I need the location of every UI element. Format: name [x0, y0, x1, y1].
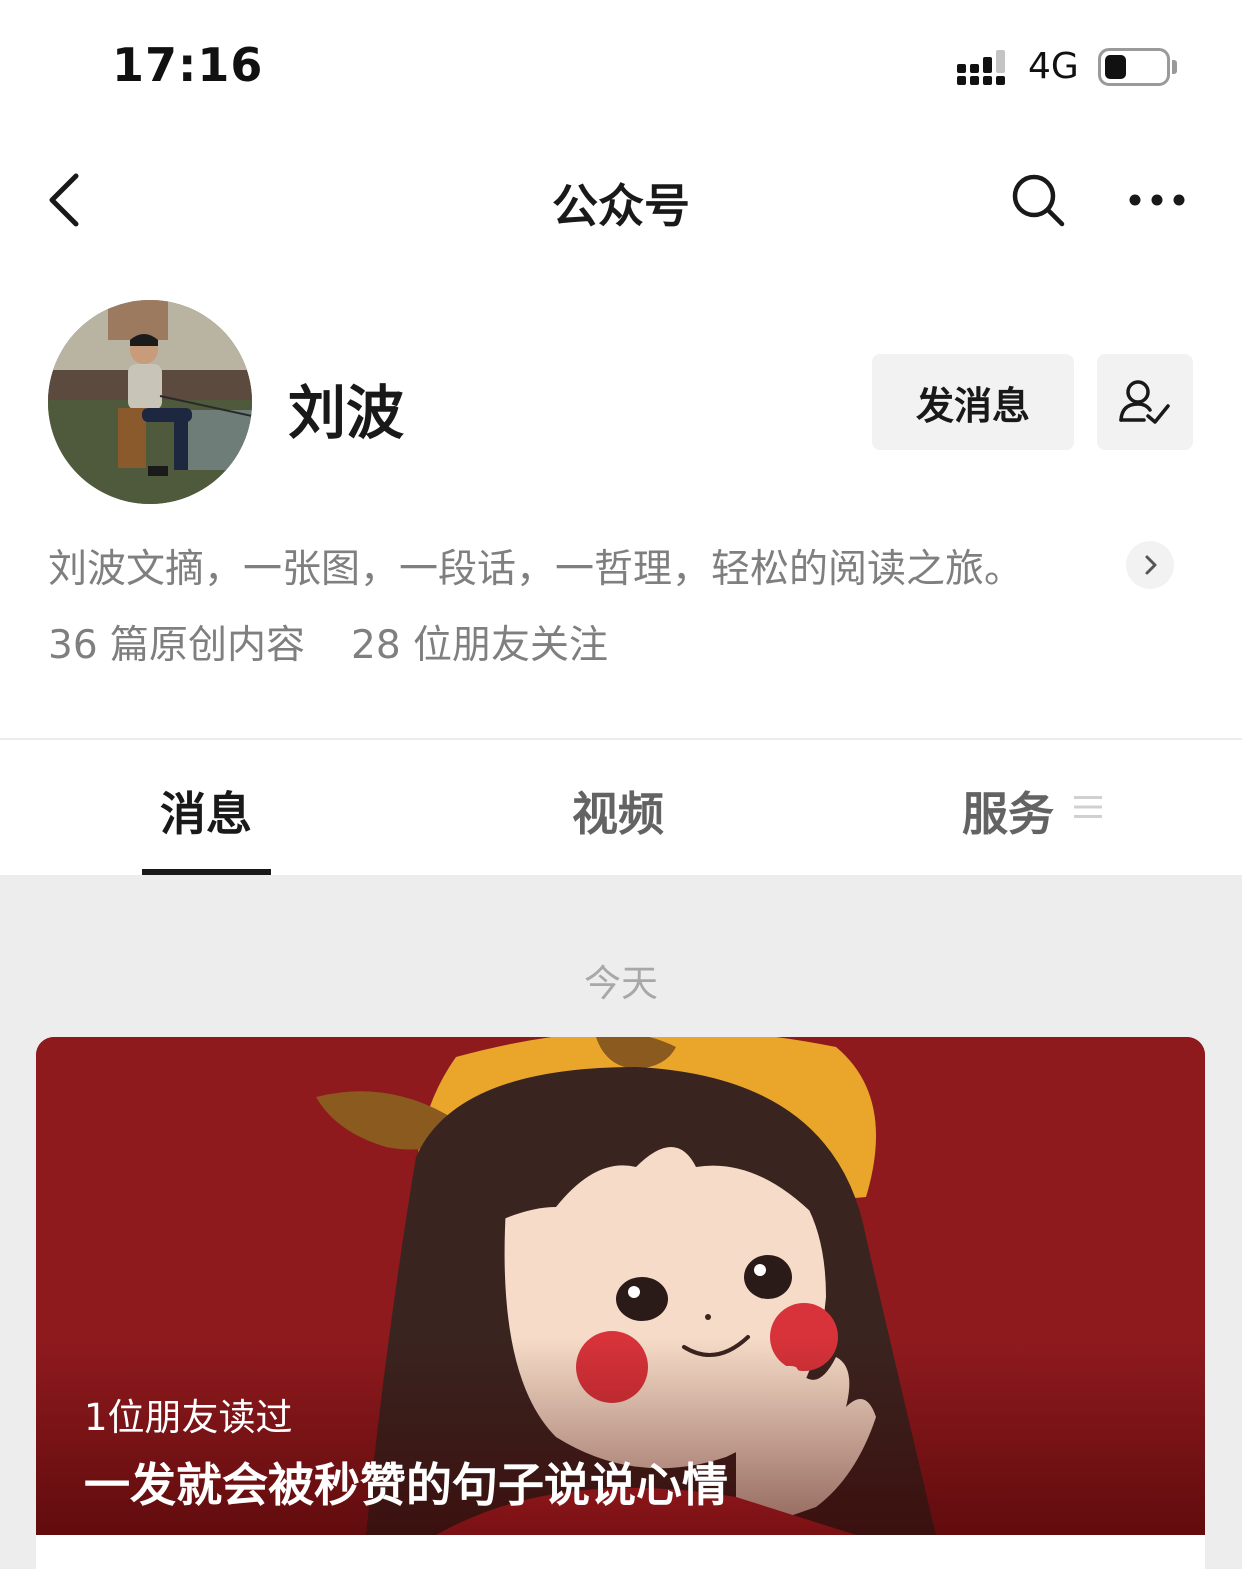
follow-status-button[interactable] — [1097, 354, 1193, 450]
tab-messages[interactable]: 消息 — [160, 778, 252, 844]
original-content-count: 36 篇原创内容 — [48, 623, 306, 668]
article-title: 一发就会被秒赞的句子说说心情 — [84, 1458, 728, 1512]
user-check-icon — [1119, 380, 1170, 424]
article-card[interactable]: 1位朋友读过 一发就会被秒赞的句子说说心情 — [36, 1037, 1205, 1569]
avatar[interactable] — [48, 300, 252, 504]
nav-bar: 公众号 — [0, 140, 1242, 260]
battery-icon — [1098, 48, 1170, 86]
more-icon[interactable] — [1126, 180, 1188, 220]
battery-tip — [1172, 60, 1177, 74]
send-message-button[interactable]: 发消息 — [872, 354, 1074, 450]
signal-icon — [957, 50, 1005, 85]
tab-services[interactable]: 服务 — [962, 778, 1054, 844]
date-label: 今天 — [584, 962, 658, 1005]
chevron-right-icon[interactable] — [1126, 541, 1174, 589]
search-icon[interactable] — [1008, 170, 1068, 230]
divider — [0, 738, 1242, 740]
avatar-image — [48, 300, 252, 504]
friends-read-count: 1位朋友读过 — [84, 1396, 293, 1439]
friends-following-count: 28 位朋友关注 — [351, 623, 609, 668]
account-description: 刘波文摘，一张图，一段话，一哲理，轻松的阅读之旅。 — [48, 547, 1024, 592]
menu-lines-icon — [1074, 796, 1102, 818]
battery-level — [1105, 55, 1126, 79]
status-time: 17:16 — [112, 38, 264, 92]
account-stats: 36 篇原创内容 28 位朋友关注 — [48, 614, 608, 670]
status-bar: 17:16 4G — [0, 0, 1242, 130]
network-type: 4G — [1028, 46, 1079, 87]
article-card-footer — [36, 1535, 1205, 1569]
tab-videos[interactable]: 视频 — [572, 778, 664, 844]
account-name: 刘波 — [288, 379, 405, 447]
